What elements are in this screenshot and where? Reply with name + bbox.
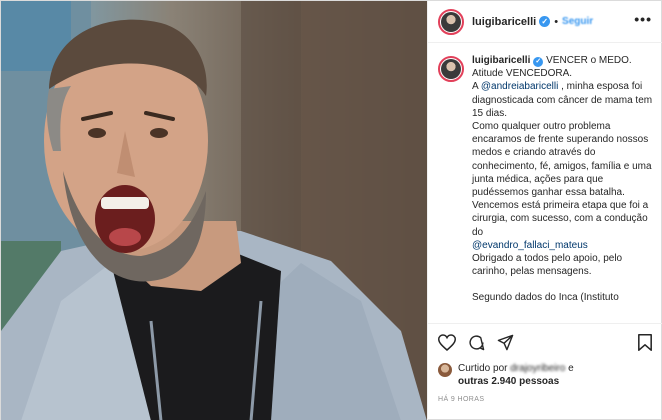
post-photo-image	[1, 1, 427, 420]
share-icon[interactable]	[497, 334, 514, 351]
action-icons	[438, 334, 514, 351]
follow-button[interactable]: Seguir	[562, 16, 593, 27]
post-actions: Curtido por drajoyribeiro e outras 2.940…	[428, 323, 662, 420]
verified-badge-icon: ✓	[539, 16, 551, 27]
bookmark-icon[interactable]	[638, 334, 652, 356]
author-username[interactable]: luigibaricelli	[472, 16, 536, 28]
caption-line: Atitude VENCEDORA.	[472, 68, 573, 80]
mention-link[interactable]: @evandro_fallaci_mateus	[472, 240, 588, 251]
caption-username[interactable]: luigibaricelli	[472, 55, 530, 66]
post-header: luigibaricelli ✓ • Seguir •••	[428, 1, 662, 43]
caption-line: A	[472, 81, 481, 93]
heart-icon[interactable]	[438, 334, 456, 351]
likes-others-link[interactable]: outras 2.940 pessoas	[458, 376, 559, 387]
caption-verified-badge-icon: ✓	[533, 57, 544, 67]
caption-line: Como qualquer outro problema encaramos d…	[472, 121, 652, 199]
post-sidebar: luigibaricelli ✓ • Seguir ••• luigibaric…	[427, 1, 662, 420]
liker-username[interactable]: drajoyribeiro	[510, 363, 565, 374]
header-separator: •	[554, 15, 559, 28]
caption-text: luigibaricelli ✓ VENCER o MEDO. Atitude V…	[472, 54, 654, 305]
caption-line: Obrigado a todos pelo apoio, pelo carinh…	[472, 253, 623, 278]
comment-icon[interactable]	[468, 334, 485, 351]
author-avatar[interactable]	[438, 8, 464, 35]
mention-link[interactable]: @andreiabaricelli	[481, 81, 558, 92]
caption-line: Vencemos está primeira etapa que foi a c…	[472, 200, 649, 238]
likes-connector: e	[568, 363, 574, 374]
post-timestamp[interactable]: HÁ 9 HORAS	[438, 396, 484, 403]
likes-prefix: Curtido por	[458, 363, 508, 374]
caption-line: Segundo dados do Inca (Instituto	[472, 292, 619, 304]
post-photo[interactable]	[1, 1, 427, 420]
caption-line: VENCER o MEDO.	[546, 55, 632, 66]
more-options-icon[interactable]: •••	[634, 12, 652, 26]
instagram-post-frame: luigibaricelli ✓ • Seguir ••• luigibaric…	[0, 0, 662, 420]
likes-summary: Curtido por drajoyribeiro e outras 2.940…	[438, 362, 574, 388]
caption-author-avatar[interactable]	[438, 56, 464, 82]
post-caption: luigibaricelli ✓ VENCER o MEDO. Atitude V…	[428, 54, 662, 322]
liker-avatar[interactable]	[438, 363, 452, 377]
